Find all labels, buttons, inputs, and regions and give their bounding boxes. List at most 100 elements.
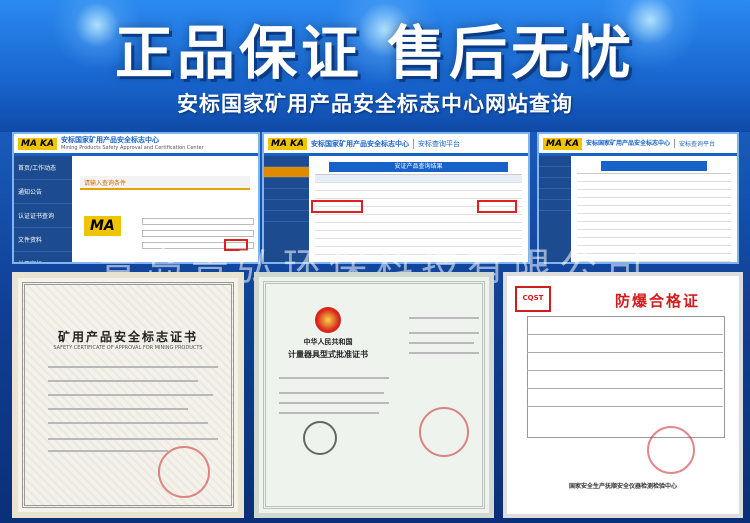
- site-header: MA KA 安标国家矿用产品安全标志中心 安标查询平台: [539, 134, 737, 156]
- site-title: 安标国家矿用产品安全标志中心: [586, 139, 671, 147]
- table-rule: [527, 352, 723, 353]
- table-row: [577, 254, 731, 262]
- mining-safety-certificate: 矿用产品安全标志证书 SAFETY CERTIFICATE OF APPROVA…: [12, 272, 244, 518]
- results-table-title: 安证产品查询结果: [329, 162, 508, 172]
- text-line: [279, 392, 384, 394]
- national-emblem: [315, 307, 341, 333]
- sidebar-menu: [264, 156, 309, 262]
- table-row: [577, 182, 731, 190]
- query-input[interactable]: [142, 230, 254, 237]
- subheadline: 安标国家矿用产品安全标志中心网站查询: [177, 91, 573, 116]
- text-line: [409, 352, 479, 354]
- table-rule: [527, 334, 723, 335]
- text-line: [279, 402, 389, 404]
- menu-item[interactable]: 文件资料: [14, 228, 72, 252]
- table-row: [315, 231, 522, 239]
- table-row: [577, 222, 731, 230]
- menu-item[interactable]: [264, 211, 309, 222]
- menu-item[interactable]: 认证证书查询: [14, 204, 72, 228]
- certificate-title: 计量器具型式批准证书: [288, 350, 368, 359]
- site-header: MA KA 安标国家矿用产品安全标志中心 安标查询平台: [264, 134, 528, 156]
- certificate-subtitle: SAFETY CERTIFICATE OF APPROVAL FOR MININ…: [53, 345, 203, 351]
- results-panel: 安证产品查询结果: [309, 156, 528, 262]
- table-row: [577, 174, 731, 182]
- menu-item[interactable]: [264, 156, 309, 167]
- table-row: [315, 223, 522, 231]
- highlight-box: [477, 200, 517, 213]
- menu-item[interactable]: [539, 200, 571, 211]
- text-line: [48, 438, 218, 440]
- table-row: [577, 206, 731, 214]
- sidebar-menu: [539, 156, 571, 262]
- portal-title: 安标查询平台: [413, 138, 460, 149]
- headline: 正品保证 售后无忧: [114, 19, 636, 87]
- table-row: [315, 247, 522, 255]
- highlight-box: [311, 200, 363, 213]
- portal-title: 安标查询平台: [674, 139, 715, 148]
- official-seal: [419, 407, 469, 457]
- explosion-proof-certificate: CQST 防爆合格证 国家安全生产抚顺安全仪器检测检验中心: [503, 272, 743, 518]
- text-line: [48, 450, 168, 452]
- site-title: 安标国家矿用产品安全标志中心: [311, 139, 409, 148]
- table-row: [577, 198, 731, 206]
- big-ma-logo: MA: [84, 216, 121, 236]
- cqst-logo: CQST: [515, 286, 551, 312]
- detail-table: [577, 173, 731, 262]
- menu-item[interactable]: [539, 167, 571, 178]
- menu-item[interactable]: 关于安标: [14, 252, 72, 262]
- text-line: [48, 422, 208, 424]
- text-line: [48, 380, 198, 382]
- detail-table-title: [601, 161, 707, 171]
- menu-item[interactable]: [264, 200, 309, 211]
- table-row: [315, 183, 522, 191]
- official-seal: [158, 446, 210, 498]
- table-row: [577, 238, 731, 246]
- table-row: [577, 190, 731, 198]
- table-rule: [527, 388, 723, 389]
- menu-item[interactable]: [539, 178, 571, 189]
- text-line: [48, 408, 188, 410]
- table-rule: [527, 406, 723, 407]
- table-row: [577, 246, 731, 254]
- sidebar-menu: 首页/工作动态 通知公告 认证证书查询 文件资料 关于安标: [14, 156, 72, 262]
- maka-logo: MA KA: [543, 137, 582, 150]
- main-panel: 请输入查询条件 MA: [72, 156, 258, 262]
- menu-item[interactable]: [539, 189, 571, 200]
- table-row: [577, 214, 731, 222]
- menu-item[interactable]: 首页/工作动态: [14, 156, 72, 180]
- site-title: 安标国家矿用产品安全标志中心 Mining Products Safety Ap…: [61, 135, 204, 151]
- official-seal: [647, 426, 695, 474]
- text-line: [279, 412, 379, 414]
- detail-panel: [571, 156, 737, 262]
- maka-logo: MA KA: [18, 137, 57, 150]
- certificate-title: 矿用产品安全标志证书: [57, 330, 198, 344]
- certificate-footer: 国家安全生产抚顺安全仪器检测检验中心: [568, 483, 677, 490]
- query-heading: 请输入查询条件: [80, 176, 250, 190]
- certificate-title: 防爆合格证: [615, 292, 701, 310]
- screenshot-results-page: MA KA 安标国家矿用产品安全标志中心 安标查询平台 安证产品查询结果: [262, 132, 530, 264]
- menu-item[interactable]: [539, 156, 571, 167]
- site-header: MA KA 安标国家矿用产品安全标志中心 Mining Products Saf…: [14, 134, 258, 156]
- menu-item[interactable]: [264, 167, 309, 178]
- menu-item[interactable]: [264, 189, 309, 200]
- certificate-border: [263, 281, 485, 509]
- table-row: [315, 215, 522, 223]
- screenshot-search-page: MA KA 安标国家矿用产品安全标志中心 Mining Products Saf…: [12, 132, 260, 264]
- certificate-header: 中华人民共和国: [303, 338, 353, 346]
- table-row: [315, 239, 522, 247]
- menu-item[interactable]: 通知公告: [14, 180, 72, 204]
- menu-item[interactable]: [264, 178, 309, 189]
- table-row: [315, 175, 522, 183]
- query-input[interactable]: [142, 218, 254, 225]
- screenshot-detail-page: MA KA 安标国家矿用产品安全标志中心 安标查询平台: [537, 132, 739, 264]
- text-line: [409, 342, 474, 344]
- text-line: [48, 394, 213, 396]
- metrology-approval-certificate: 中华人民共和国 计量器具型式批准证书: [254, 272, 494, 518]
- highlight-box: [224, 239, 248, 251]
- text-line: [279, 377, 389, 379]
- table-rule: [527, 370, 723, 371]
- text-line: [409, 317, 479, 319]
- table-row: [315, 191, 522, 199]
- maka-logo: MA KA: [268, 137, 307, 150]
- cpa-mark: [303, 421, 337, 455]
